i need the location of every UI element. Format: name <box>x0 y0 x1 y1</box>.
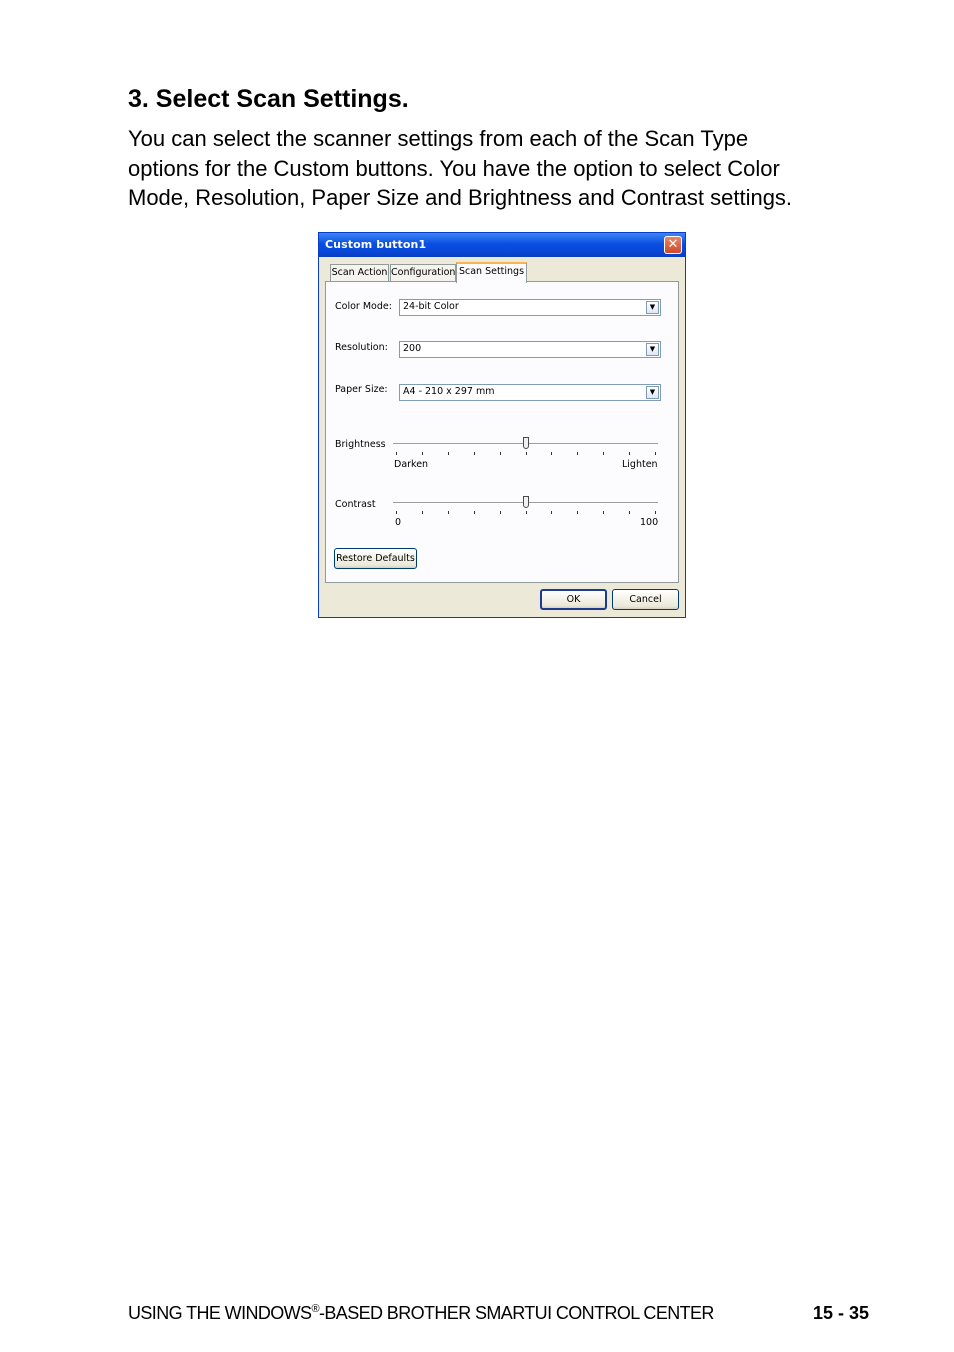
dialog-title: Custom button1 <box>325 238 427 251</box>
tab-scan-action[interactable]: Scan Action <box>330 264 389 282</box>
slider-tick <box>603 511 604 514</box>
slider-tick <box>474 452 475 455</box>
resolution-label: Resolution: <box>335 342 388 353</box>
slider-tick <box>396 511 397 514</box>
cancel-button[interactable]: Cancel <box>612 589 679 610</box>
close-button[interactable]: ✕ <box>664 236 682 254</box>
tab-configuration[interactable]: Configuration <box>390 264 456 282</box>
brightness-min-label: Darken <box>394 459 429 470</box>
tab-label: Scan Settings <box>458 266 525 277</box>
footer-suffix: -BASED BROTHER SMARTUI CONTROL CENTER <box>318 1303 714 1323</box>
tab-scan-settings[interactable]: Scan Settings <box>456 262 527 283</box>
slider-tick <box>551 452 552 455</box>
tab-label: Scan Action <box>331 267 388 278</box>
slider-tick <box>396 452 397 455</box>
slider-thumb[interactable] <box>523 437 529 449</box>
contrast-slider[interactable] <box>393 496 658 516</box>
footer-prefix: USING THE WINDOWS <box>128 1303 312 1323</box>
contrast-label: Contrast <box>335 499 376 510</box>
slider-tick <box>603 452 604 455</box>
contrast-min-label: 0 <box>395 517 402 528</box>
scan-settings-panel: Color Mode: 24-bit Color ▼ Resolution: 2… <box>325 281 679 583</box>
slider-tick <box>577 511 578 514</box>
custom-button-dialog: Custom button1 ✕ Scan Action Configurati… <box>318 232 686 618</box>
tab-label: Configuration <box>391 267 456 278</box>
button-label: Cancel <box>629 594 662 605</box>
slider-tick <box>500 452 501 455</box>
slider-tick <box>500 511 501 514</box>
ok-button[interactable]: OK <box>540 589 607 610</box>
slider-thumb[interactable] <box>523 496 529 508</box>
body-line: options for the Custom buttons. You have… <box>128 155 780 181</box>
body-line: Mode, Resolution, Paper Size and Brightn… <box>128 185 793 210</box>
brightness-slider[interactable] <box>393 437 658 457</box>
slider-tick <box>629 452 630 455</box>
paper-size-select[interactable]: A4 - 210 x 297 mm ▼ <box>399 384 661 401</box>
slider-tick <box>551 511 552 514</box>
color-mode-select[interactable]: 24-bit Color ▼ <box>399 299 661 316</box>
brightness-label: Brightness <box>335 439 386 450</box>
chevron-down-icon[interactable]: ▼ <box>646 386 659 399</box>
slider-tick <box>422 452 423 455</box>
dialog-titlebar[interactable]: Custom button1 ✕ <box>319 233 685 257</box>
body-paragraph: You can select the scanner settings from… <box>128 124 898 213</box>
body-line: You can select the scanner settings from… <box>128 126 749 151</box>
chevron-down-icon[interactable]: ▼ <box>646 343 659 356</box>
resolution-select[interactable]: 200 ▼ <box>399 341 661 358</box>
resolution-value: 200 <box>403 343 422 354</box>
slider-tick <box>526 452 527 455</box>
button-label: Restore Defaults <box>336 553 415 564</box>
color-mode-value: 24-bit Color <box>403 301 459 312</box>
slider-tick <box>526 511 527 514</box>
restore-defaults-button[interactable]: Restore Defaults <box>334 548 417 569</box>
section-heading: 3. Select Scan Settings. <box>128 85 409 113</box>
paper-size-label: Paper Size: <box>335 384 388 395</box>
paper-size-value: A4 - 210 x 297 mm <box>403 386 495 397</box>
page-number: 15 - 35 <box>813 1303 870 1323</box>
slider-tick <box>629 511 630 514</box>
slider-tick <box>448 511 449 514</box>
slider-tick <box>448 452 449 455</box>
color-mode-label: Color Mode: <box>335 301 392 312</box>
close-icon: ✕ <box>667 237 679 252</box>
slider-tick <box>422 511 423 514</box>
chevron-down-icon[interactable]: ▼ <box>646 301 659 314</box>
contrast-max-label: 100 <box>640 517 659 528</box>
slider-tick <box>474 511 475 514</box>
slider-tick <box>655 452 656 455</box>
button-label: OK <box>566 594 581 605</box>
slider-tick <box>655 511 656 514</box>
brightness-max-label: Lighten <box>622 459 658 470</box>
registered-mark: ® <box>311 1303 319 1315</box>
footer-chapter-title: USING THE WINDOWS®-BASED BROTHER SMARTUI… <box>128 1303 714 1324</box>
slider-tick <box>577 452 578 455</box>
